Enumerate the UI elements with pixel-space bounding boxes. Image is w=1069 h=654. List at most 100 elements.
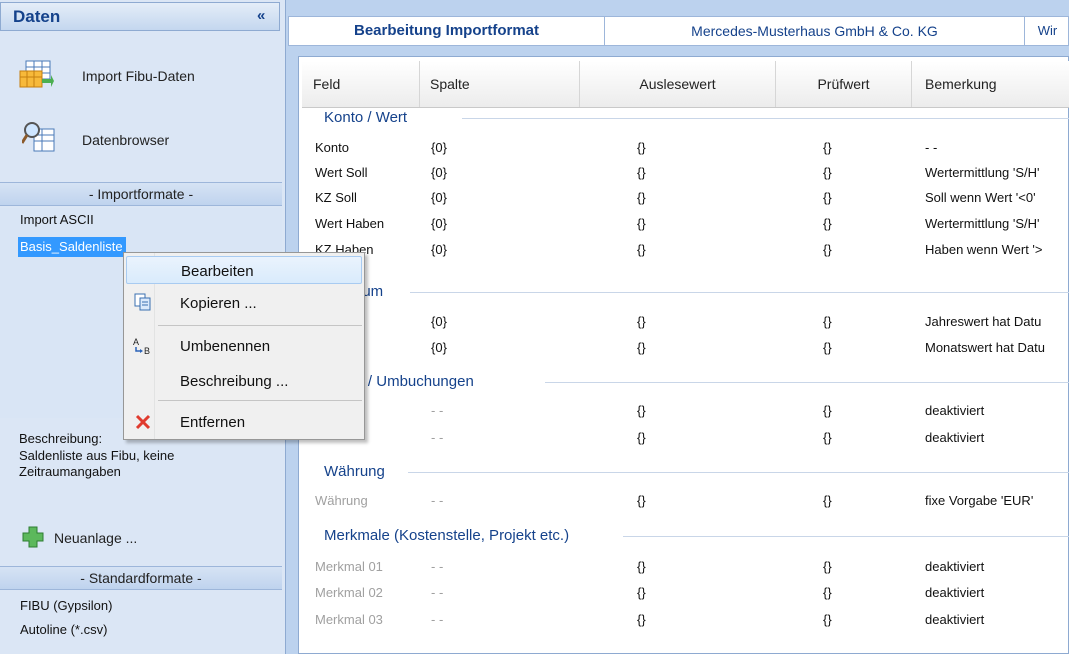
list-item-import-ascii[interactable]: Import ASCII <box>20 212 94 227</box>
menu-item-label: Entfernen <box>180 414 246 431</box>
col-auslesewert[interactable]: Auslesewert <box>580 61 776 107</box>
menu-item-beschreibung[interactable]: Beschreibung ... <box>126 367 362 395</box>
cell-spalte: {0} <box>431 242 447 257</box>
nav-datenbrowser[interactable]: Datenbrowser <box>0 114 280 164</box>
nav-import-fibu[interactable]: Import Fibu-Daten <box>0 50 280 100</box>
cell-auslesewert: {} <box>637 216 646 231</box>
menu-item-umbenennen[interactable]: A B Umbenennen <box>126 332 362 360</box>
cell-pruefwert: {} <box>823 190 832 205</box>
group-waehrung[interactable]: Währung <box>324 463 385 480</box>
menu-item-entfernen[interactable]: Entfernen <box>126 408 362 436</box>
cell-spalte: {0} <box>431 165 447 180</box>
menu-item-bearbeiten[interactable]: Bearbeiten <box>126 256 362 284</box>
col-spalte[interactable]: Spalte <box>420 61 580 107</box>
cell-bemerkung: deaktiviert <box>925 403 985 418</box>
cell-auslesewert: {} <box>637 612 646 627</box>
cell-spalte: - - <box>431 403 444 418</box>
nav-datenbrowser-label: Datenbrowser <box>82 132 170 148</box>
neuanlage-button[interactable]: Neuanlage ... <box>0 520 282 560</box>
cell-feld: Konto <box>315 140 349 155</box>
cell-spalte: {0} <box>431 216 447 231</box>
table-import-icon <box>19 60 54 88</box>
cell-bemerkung: Monatswert hat Datu <box>925 340 1045 355</box>
group-divider <box>545 382 1069 383</box>
list-item-autoline[interactable]: Autoline (*.csv) <box>20 622 107 637</box>
description-label: Beschreibung: <box>19 431 103 446</box>
cell-spalte: {0} <box>431 140 447 155</box>
cell-bemerkung: fixe Vorgabe 'EUR' <box>925 493 1034 508</box>
add-icon <box>22 526 44 548</box>
menu-item-label: Kopieren ... <box>180 295 257 312</box>
cell-feld: Währung <box>315 493 368 508</box>
list-item-fibu[interactable]: FIBU (Gypsilon) <box>20 598 112 613</box>
cell-auslesewert: {} <box>637 340 646 355</box>
cell-pruefwert: {} <box>823 559 832 574</box>
description-line-1: Saldenliste aus Fibu, keine <box>19 448 175 463</box>
cell-auslesewert: {} <box>637 585 646 600</box>
cell-bemerkung: deaktiviert <box>925 612 985 627</box>
cell-feld: Merkmal 03 <box>315 612 383 627</box>
cell-spalte: - - <box>431 493 444 508</box>
cell-pruefwert: {} <box>823 165 832 180</box>
cell-bemerkung: Haben wenn Wert '> <box>925 242 1043 257</box>
cell-pruefwert: {} <box>823 140 832 155</box>
group-merkmale[interactable]: Merkmale (Kostenstelle, Projekt etc.) <box>324 527 569 544</box>
group-divider <box>462 118 1069 119</box>
cell-spalte: - - <box>431 559 444 574</box>
cell-auslesewert: {} <box>637 140 646 155</box>
delete-icon <box>135 414 151 430</box>
cell-auslesewert: {} <box>637 493 646 508</box>
cell-pruefwert: {} <box>823 493 832 508</box>
nav-import-fibu-label: Import Fibu-Daten <box>82 68 195 84</box>
page-title: Bearbeitung Importformat <box>289 17 605 45</box>
svg-text:B: B <box>144 346 150 355</box>
cell-feld: Wert Haben <box>315 216 385 231</box>
cell-auslesewert: {} <box>637 314 646 329</box>
group-konto-wert[interactable]: Konto / Wert <box>324 109 407 126</box>
cell-bemerkung: deaktiviert <box>925 559 985 574</box>
cell-bemerkung: Jahreswert hat Datu <box>925 314 1042 329</box>
importformate-header: - Importformate - <box>0 182 282 206</box>
menu-item-kopieren[interactable]: Kopieren ... <box>126 289 362 317</box>
cell-auslesewert: {} <box>637 403 646 418</box>
cell-spalte: {0} <box>431 340 447 355</box>
title-bar: Bearbeitung Importformat Mercedes-Muster… <box>288 16 1069 46</box>
grid-header: Feld Spalte Auslesewert Prüfwert Bemerku… <box>302 61 1069 108</box>
cell-pruefwert: {} <box>823 403 832 418</box>
menu-item-label: Beschreibung ... <box>180 373 289 390</box>
list-item-basis-saldenliste[interactable]: Basis_Saldenliste <box>18 237 126 257</box>
cell-spalte: {0} <box>431 314 447 329</box>
cell-feld: Merkmal 01 <box>315 559 383 574</box>
cell-feld: Merkmal 02 <box>315 585 383 600</box>
col-bemerkung[interactable]: Bemerkung <box>912 61 1069 107</box>
collapse-button[interactable]: « <box>257 7 265 24</box>
group-divider <box>623 536 1069 537</box>
cell-bemerkung: deaktiviert <box>925 430 985 445</box>
cell-pruefwert: {} <box>823 314 832 329</box>
cell-auslesewert: {} <box>637 165 646 180</box>
cell-pruefwert: {} <box>823 612 832 627</box>
cell-auslesewert: {} <box>637 430 646 445</box>
group-divider <box>410 292 1069 293</box>
cell-pruefwert: {} <box>823 430 832 445</box>
cell-pruefwert: {} <box>823 585 832 600</box>
cell-spalte: - - <box>431 612 444 627</box>
cell-spalte: - - <box>431 430 444 445</box>
cell-spalte: {0} <box>431 190 447 205</box>
standardformate-header: - Standardformate - <box>0 566 282 590</box>
cell-bemerkung: Wertermittlung 'S/H' <box>925 165 1040 180</box>
copy-icon <box>134 293 151 311</box>
cell-bemerkung: - - <box>925 140 938 155</box>
cell-pruefwert: {} <box>823 242 832 257</box>
cell-feld: KZ Soll <box>315 190 357 205</box>
menu-separator <box>158 400 362 401</box>
cell-bemerkung: Wertermittlung 'S/H' <box>925 216 1040 231</box>
cell-pruefwert: {} <box>823 340 832 355</box>
col-pruefwert[interactable]: Prüfwert <box>776 61 912 107</box>
cell-auslesewert: {} <box>637 559 646 574</box>
cell-spalte: - - <box>431 585 444 600</box>
neuanlage-label: Neuanlage ... <box>54 530 138 546</box>
panel-title: Daten <box>13 7 61 26</box>
col-feld[interactable]: Feld <box>302 61 420 107</box>
cell-bemerkung: Soll wenn Wert '<0' <box>925 190 1036 205</box>
